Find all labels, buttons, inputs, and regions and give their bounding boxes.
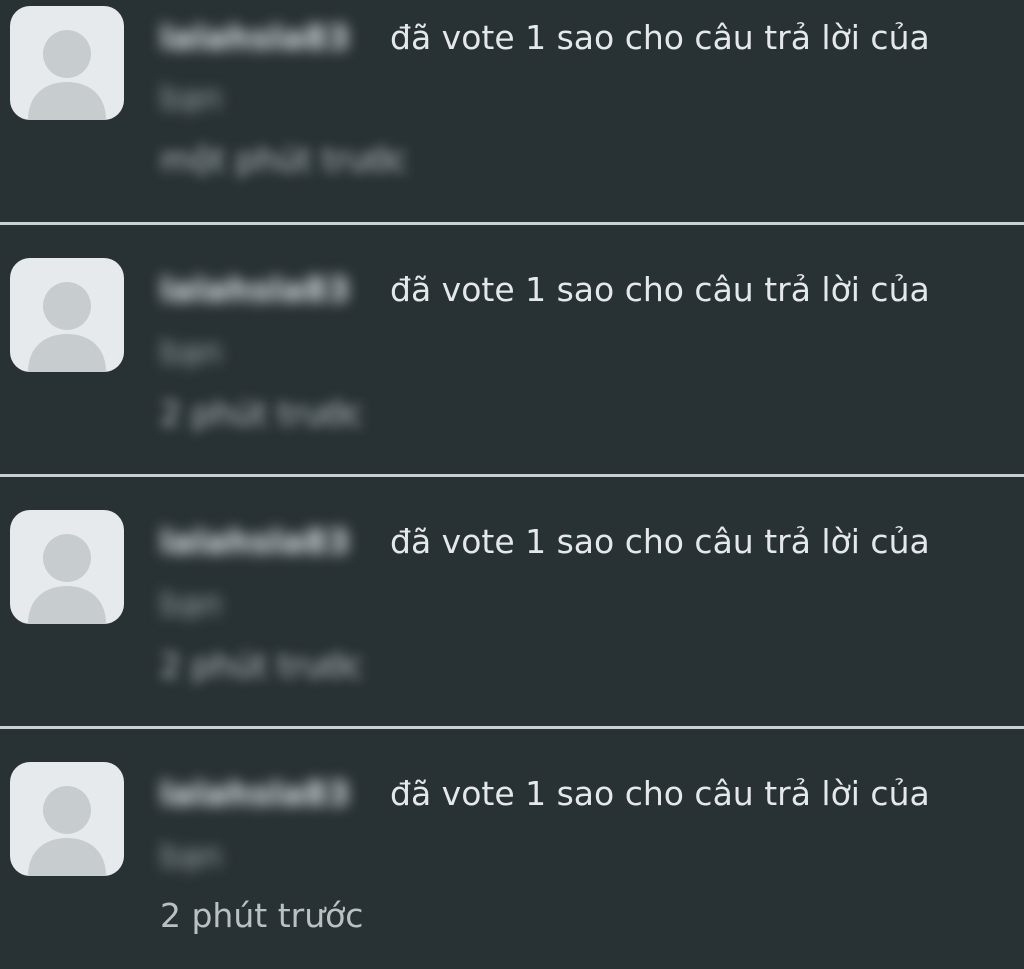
avatar[interactable] (10, 6, 124, 120)
divider (0, 474, 1024, 477)
target-text: bạn (160, 584, 223, 623)
avatar[interactable] (10, 258, 124, 372)
default-user-avatar-icon (28, 534, 106, 624)
divider (0, 222, 1024, 225)
notification-item[interactable]: lalahsla83 đã vote 1 sao cho câu trả lời… (0, 504, 1024, 724)
default-user-avatar-icon (28, 30, 106, 120)
target-text: bạn (160, 78, 223, 117)
username[interactable]: lalahsla83 (160, 522, 350, 562)
target-text: bạn (160, 332, 223, 371)
notification-item[interactable]: lalahsla83 đã vote 1 sao cho câu trả lời… (0, 756, 1024, 969)
default-user-avatar-icon (28, 786, 106, 876)
notification-list: lalahsla83 đã vote 1 sao cho câu trả lời… (0, 0, 1024, 969)
target-text: bạn (160, 836, 223, 875)
username[interactable]: lalahsla83 (160, 18, 350, 58)
timestamp: 2 phút trước (160, 896, 364, 935)
avatar[interactable] (10, 510, 124, 624)
action-text: đã vote 1 sao cho câu trả lời của (390, 270, 930, 309)
action-text: đã vote 1 sao cho câu trả lời của (390, 774, 930, 813)
timestamp: một phút trước (160, 140, 408, 179)
timestamp: 2 phút trước (160, 646, 364, 685)
avatar[interactable] (10, 762, 124, 876)
timestamp: 2 phút trước (160, 394, 364, 433)
divider (0, 726, 1024, 729)
notification-item[interactable]: lalahsla83 đã vote 1 sao cho câu trả lời… (0, 0, 1024, 220)
default-user-avatar-icon (28, 282, 106, 372)
action-text: đã vote 1 sao cho câu trả lời của (390, 522, 930, 561)
notification-item[interactable]: lalahsla83 đã vote 1 sao cho câu trả lời… (0, 252, 1024, 472)
action-text: đã vote 1 sao cho câu trả lời của (390, 18, 930, 57)
username[interactable]: lalahsla83 (160, 270, 350, 310)
username[interactable]: lalahsla83 (160, 774, 350, 814)
